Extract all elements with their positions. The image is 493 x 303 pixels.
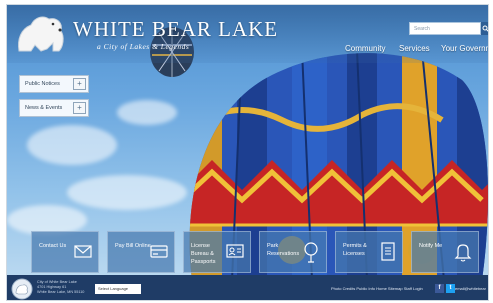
tile-label: Park Reservations — [267, 243, 300, 257]
facebook-icon[interactable]: f — [435, 284, 444, 293]
expand-plus-icon[interactable]: + — [73, 78, 86, 90]
site-tagline: a City of Lakes & Legends — [97, 42, 190, 51]
search-icon — [482, 25, 488, 32]
credit-card-icon — [150, 245, 168, 258]
nav-community[interactable]: Community — [345, 44, 385, 53]
tile-label: Notify Me — [419, 243, 443, 249]
news-events-button[interactable]: News & Events + — [19, 99, 89, 117]
twitter-icon[interactable]: t — [446, 284, 455, 293]
site-title[interactable]: WHITE BEAR LAKE — [73, 17, 278, 42]
public-notices-label: Public Notices — [25, 81, 60, 87]
tile-contact-us[interactable]: Contact Us — [31, 231, 99, 273]
tile-permits-licenses[interactable]: Permits & Licenses — [335, 231, 403, 273]
language-select[interactable]: Select Language — [95, 284, 141, 294]
tile-label: Pay Bill Online — [115, 243, 151, 249]
address-line: White Bear Lake, MN 55110 — [37, 290, 85, 294]
tile-license-bureau[interactable]: License Bureau & Passports — [183, 231, 251, 273]
tile-notify-me[interactable]: Notify Me — [411, 231, 479, 273]
nav-services[interactable]: Services — [399, 44, 430, 53]
tree-icon — [304, 242, 318, 263]
footer-links[interactable]: Photo Credits Public Info Home Sitemap S… — [331, 286, 423, 291]
tile-park-reservations[interactable]: Park Reservations — [259, 231, 327, 273]
polar-bear-logo-icon[interactable] — [13, 11, 69, 55]
footer-email[interactable]: email@whitebear — [455, 286, 486, 291]
city-seal-icon — [11, 278, 33, 300]
search-button[interactable] — [481, 22, 488, 35]
tile-pay-bill-online[interactable]: Pay Bill Online — [107, 231, 175, 273]
search-input[interactable]: Search — [409, 22, 481, 35]
page-frame: WHITE BEAR LAKE a City of Lakes & Legend… — [6, 4, 489, 301]
footer-address: City of White Bear Lake 4701 Highway 61 … — [37, 280, 84, 295]
public-notices-button[interactable]: Public Notices + — [19, 75, 89, 93]
tile-label: License Bureau & Passports — [191, 243, 216, 265]
news-events-label: News & Events — [25, 105, 63, 111]
bell-icon — [454, 244, 472, 262]
hero-background: WHITE BEAR LAKE a City of Lakes & Legend… — [7, 5, 488, 275]
expand-plus-icon[interactable]: + — [73, 102, 86, 114]
nav-your-government[interactable]: Your Government — [441, 44, 488, 53]
quick-links-bar: Contact Us Pay Bill Online License Burea… — [31, 231, 486, 273]
site-footer: City of White Bear Lake 4701 Highway 61 … — [7, 275, 488, 300]
id-card-icon — [226, 244, 244, 258]
document-icon — [381, 242, 395, 261]
tile-label: Contact Us — [39, 243, 67, 249]
envelope-icon — [74, 245, 92, 258]
tile-label: Permits & Licenses — [343, 243, 367, 257]
